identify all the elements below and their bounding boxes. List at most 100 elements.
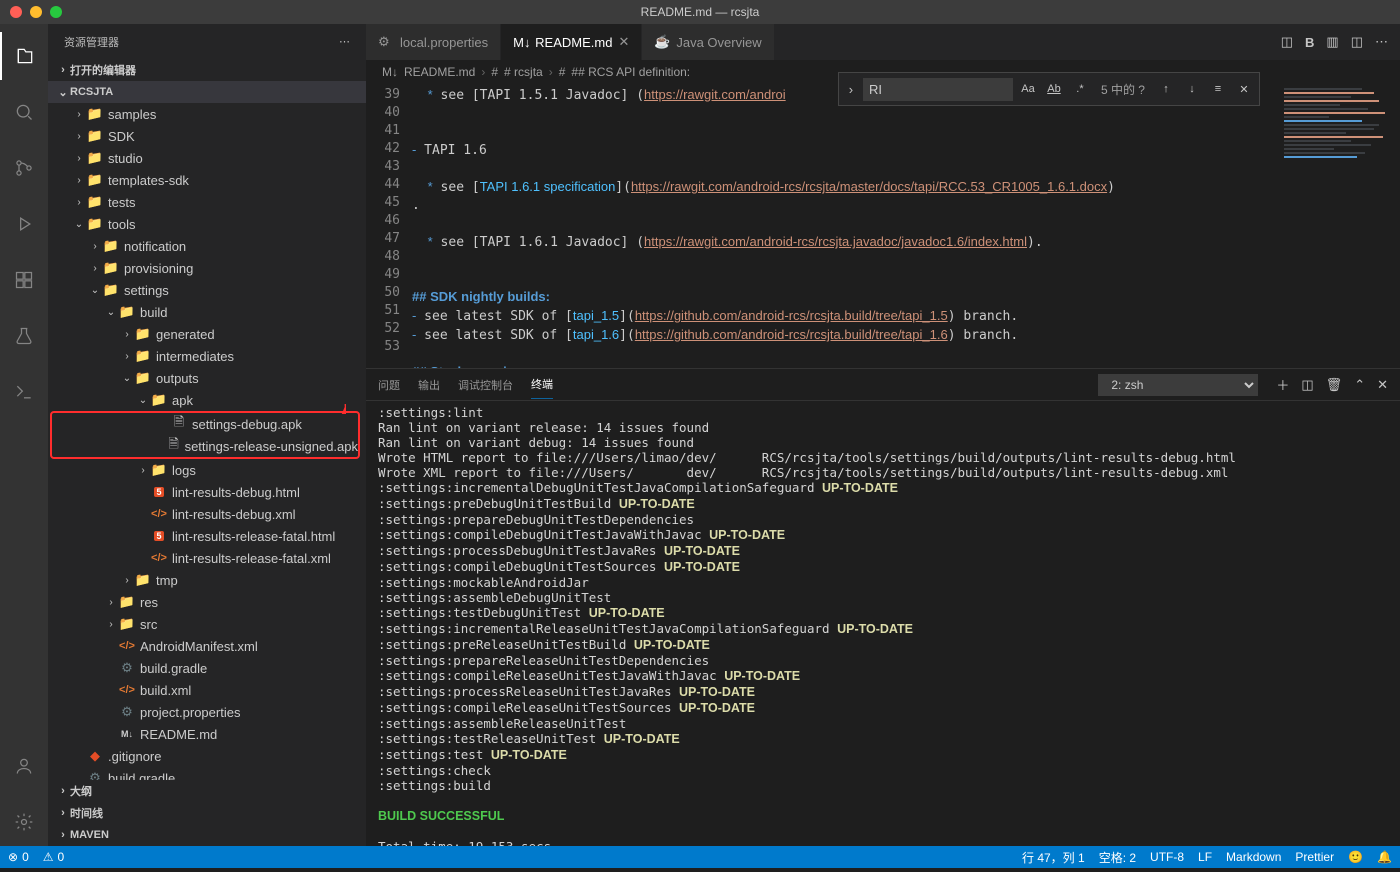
match-case-icon[interactable]: Aa [1017, 78, 1039, 100]
find-input[interactable] [863, 78, 1013, 101]
folder-row[interactable]: ⌄📁apk [48, 389, 366, 411]
accounts-icon[interactable] [0, 742, 48, 790]
folder-row[interactable]: ›📁src [48, 613, 366, 635]
file-row[interactable]: 5lint-results-debug.html [48, 481, 366, 503]
tab-debug-console[interactable]: 调试控制台 [458, 371, 513, 399]
regex-icon[interactable]: .* [1069, 78, 1091, 100]
terminal-selector[interactable]: 2: zsh [1098, 374, 1258, 396]
file-row[interactable]: 🗎settings-release-unsigned.apk [52, 435, 358, 457]
status-spaces[interactable]: 空格: 2 [1099, 849, 1136, 866]
close-panel-icon[interactable]: ✕ [1377, 377, 1388, 393]
file-row[interactable]: ⚙project.properties [48, 701, 366, 723]
explorer-icon[interactable] [0, 32, 48, 80]
editor-tab[interactable]: ☕Java Overview [642, 24, 774, 60]
traffic-lights [10, 6, 62, 18]
status-language[interactable]: Markdown [1226, 850, 1281, 864]
folder-row[interactable]: ›📁intermediates [48, 345, 366, 367]
hash-icon: # [491, 65, 498, 79]
search-icon[interactable] [0, 88, 48, 136]
preview-icon[interactable]: ◫ [1281, 34, 1293, 50]
close-window[interactable] [10, 6, 22, 18]
file-row[interactable]: M↓README.md [48, 723, 366, 745]
maximize-panel-icon[interactable]: ⌃ [1354, 377, 1365, 393]
panel-tabs: 问题 输出 调试控制台 终端 2: zsh ＋ ◫ 🗑 ⌃ ✕ [366, 369, 1400, 401]
code-content[interactable]: * see [TAPI 1.5.1 Javadoc] (https://rawg… [412, 84, 1280, 368]
testing-icon[interactable] [0, 312, 48, 360]
folder-row[interactable]: ›📁tests [48, 191, 366, 213]
outline-section[interactable]: ›大纲 [48, 780, 366, 802]
folder-row[interactable]: ⌄📁settings [48, 279, 366, 301]
run-debug-icon[interactable] [0, 200, 48, 248]
maximize-window[interactable] [50, 6, 62, 18]
match-word-icon[interactable]: Ab [1043, 78, 1065, 100]
split-icon[interactable]: ▥ [1326, 34, 1338, 50]
status-feedback-icon[interactable]: 🙂 [1348, 850, 1363, 864]
folder-icon: 📁 [118, 615, 136, 633]
layout-icon[interactable]: ◫ [1351, 34, 1363, 50]
tab-terminal[interactable]: 终端 [531, 370, 553, 399]
open-editors-section[interactable]: ›打开的编辑器 [48, 59, 366, 81]
folder-row[interactable]: ›📁samples [48, 103, 366, 125]
file-row[interactable]: ◆.gitignore [48, 745, 366, 767]
folder-row[interactable]: ›📁templates-sdk [48, 169, 366, 191]
minimap[interactable] [1280, 84, 1400, 368]
find-next-icon[interactable]: ↓ [1181, 78, 1203, 100]
tab-problems[interactable]: 问题 [378, 371, 400, 399]
status-errors[interactable]: ⊗ 0 [8, 850, 29, 864]
status-bell-icon[interactable]: 🔔 [1377, 850, 1392, 864]
more-icon[interactable]: ⋯ [1375, 34, 1388, 50]
bold-icon[interactable]: B [1305, 35, 1314, 50]
find-toggle-icon[interactable]: › [843, 82, 859, 97]
close-tab-icon[interactable]: ✕ [618, 34, 629, 50]
status-prettier[interactable]: Prettier [1295, 850, 1334, 864]
folder-icon: 📁 [86, 193, 104, 211]
file-row[interactable]: 🗎settings-debug.apk [52, 413, 358, 435]
folder-row[interactable]: ›📁notification [48, 235, 366, 257]
new-terminal-icon[interactable]: ＋ [1276, 375, 1289, 394]
terminal-shortcut-icon[interactable] [0, 368, 48, 416]
project-section[interactable]: ⌄RCSJTA [48, 81, 366, 103]
terminal-content[interactable]: :settings:lint Ran lint on variant relea… [366, 401, 1400, 846]
find-prev-icon[interactable]: ↑ [1155, 78, 1177, 100]
folder-row[interactable]: ›📁res [48, 591, 366, 613]
xml-icon: </> [118, 637, 136, 655]
folder-row[interactable]: ⌄📁tools [48, 213, 366, 235]
folder-row[interactable]: ›📁SDK [48, 125, 366, 147]
tab-output[interactable]: 输出 [418, 371, 440, 399]
folder-row[interactable]: ⌄📁outputs [48, 367, 366, 389]
file-row[interactable]: 5lint-results-release-fatal.html [48, 525, 366, 547]
xml-icon: </> [150, 505, 168, 523]
close-icon[interactable]: ✕ [1233, 78, 1255, 100]
folder-row[interactable]: ›📁tmp [48, 569, 366, 591]
minimize-window[interactable] [30, 6, 42, 18]
editor-tab[interactable]: ⚙local.properties [366, 24, 501, 60]
gear-icon: ⚙ [118, 703, 136, 721]
find-selection-icon[interactable]: ≡ [1207, 78, 1229, 100]
editor-body[interactable]: 394041424344454647484950515253 * see [TA… [366, 84, 1400, 368]
status-eol[interactable]: LF [1198, 850, 1212, 864]
file-row[interactable]: </>build.xml [48, 679, 366, 701]
kill-terminal-icon[interactable]: 🗑 [1326, 377, 1343, 393]
file-row[interactable]: ⚙build.gradle [48, 657, 366, 679]
editor-tab[interactable]: M↓README.md✕ [501, 24, 642, 60]
file-row[interactable]: </>lint-results-release-fatal.xml [48, 547, 366, 569]
folder-row[interactable]: ›📁logs [48, 459, 366, 481]
status-encoding[interactable]: UTF-8 [1150, 850, 1184, 864]
folder-row[interactable]: ›📁generated [48, 323, 366, 345]
folder-row[interactable]: ›📁provisioning [48, 257, 366, 279]
file-tree: ›📁samples›📁SDK›📁studio›📁templates-sdk›📁t… [48, 103, 366, 780]
status-warnings[interactable]: ⚠ 0 [43, 850, 64, 864]
file-row[interactable]: ⚙build.gradle [48, 767, 366, 780]
file-row[interactable]: </>AndroidManifest.xml [48, 635, 366, 657]
maven-section[interactable]: ›MAVEN [48, 824, 366, 846]
split-terminal-icon[interactable]: ◫ [1301, 377, 1313, 393]
status-line-col[interactable]: 行 47，列 1 [1022, 849, 1085, 866]
settings-icon[interactable] [0, 798, 48, 846]
source-control-icon[interactable] [0, 144, 48, 192]
extensions-icon[interactable] [0, 256, 48, 304]
folder-row[interactable]: ⌄📁build [48, 301, 366, 323]
timeline-section[interactable]: ›时间线 [48, 802, 366, 824]
file-row[interactable]: </>lint-results-debug.xml [48, 503, 366, 525]
folder-row[interactable]: ›📁studio [48, 147, 366, 169]
more-icon[interactable]: ⋯ [339, 35, 350, 48]
